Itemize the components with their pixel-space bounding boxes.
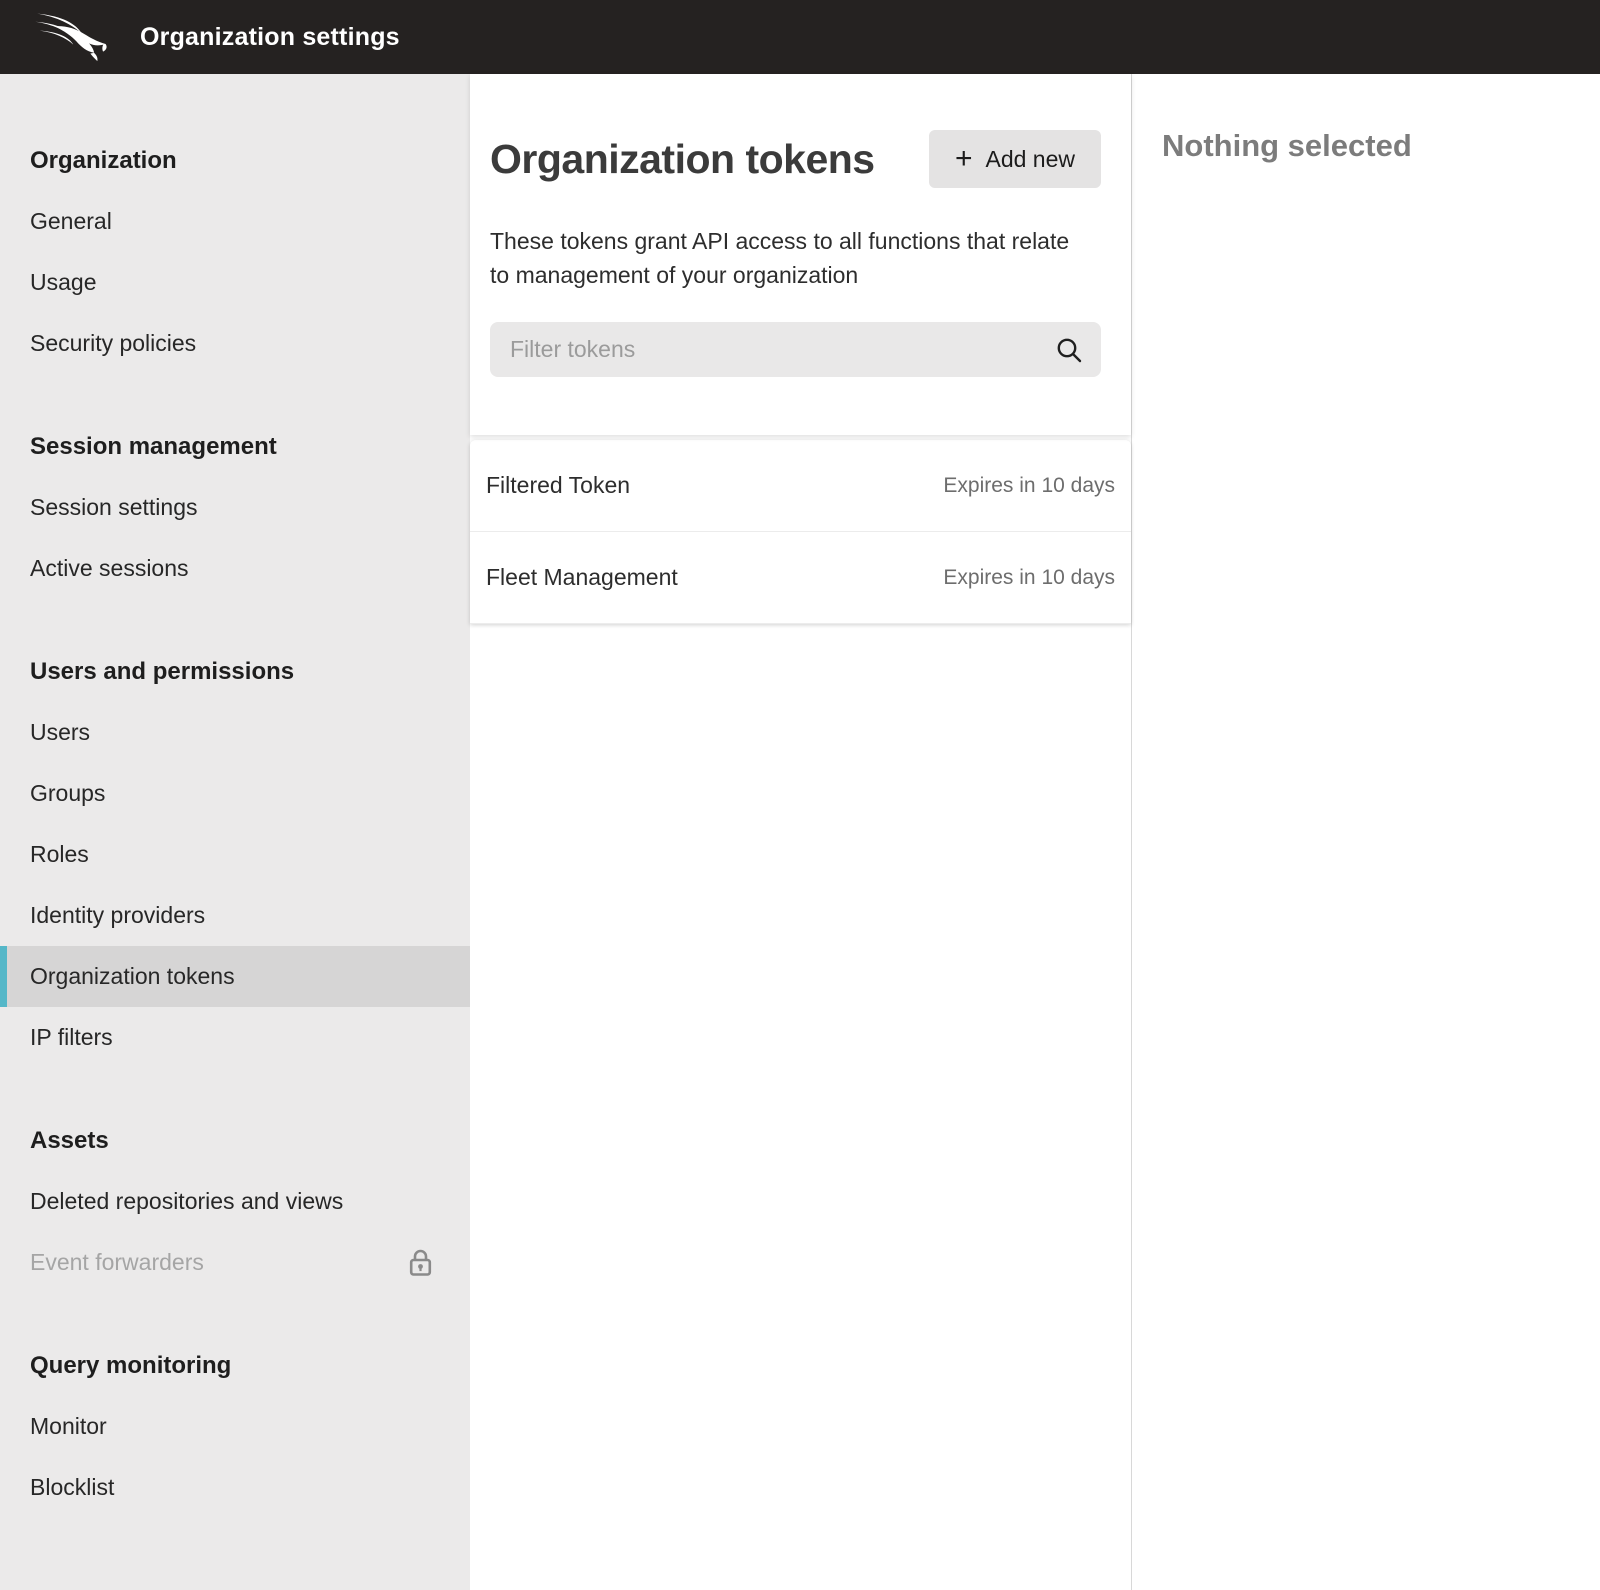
add-new-button[interactable]: + Add new <box>929 130 1101 188</box>
section-header-organization: Organization <box>0 130 470 191</box>
sidebar-section-organization: Organization General Usage Security poli… <box>0 130 470 374</box>
sidebar-item-groups[interactable]: Groups <box>0 763 470 824</box>
settings-sidebar: Organization General Usage Security poli… <box>0 74 470 1590</box>
sidebar-item-label: Organization tokens <box>30 963 235 990</box>
sidebar-item-deleted-repositories[interactable]: Deleted repositories and views <box>0 1171 470 1232</box>
sidebar-item-label: Groups <box>30 780 105 807</box>
crowdstrike-falcon-icon <box>34 11 110 63</box>
token-list: Filtered Token Expires in 10 days Fleet … <box>470 440 1131 624</box>
lock-icon <box>407 1248 434 1278</box>
sidebar-item-roles[interactable]: Roles <box>0 824 470 885</box>
sidebar-item-label: IP filters <box>30 1024 113 1051</box>
token-name: Filtered Token <box>486 472 630 499</box>
top-bar: Organization settings <box>0 0 1600 74</box>
sidebar-item-label: Active sessions <box>30 555 189 582</box>
page-title: Organization tokens <box>490 133 875 185</box>
add-new-button-label: Add new <box>985 146 1075 173</box>
sidebar-item-session-settings[interactable]: Session settings <box>0 477 470 538</box>
filter-field-wrap <box>490 322 1101 377</box>
sidebar-item-label: Event forwarders <box>30 1249 204 1276</box>
sidebar-item-label: Identity providers <box>30 902 205 929</box>
sidebar-item-label: Usage <box>30 269 96 296</box>
token-expiry: Expires in 10 days <box>943 474 1115 498</box>
tokens-description: These tokens grant API access to all fun… <box>490 224 1090 292</box>
sidebar-item-event-forwarders: Event forwarders <box>0 1232 470 1293</box>
sidebar-item-label: Session settings <box>30 494 197 521</box>
sidebar-item-label: General <box>30 208 112 235</box>
token-row-fleet-management[interactable]: Fleet Management Expires in 10 days <box>470 532 1131 624</box>
section-header-session-management: Session management <box>0 416 470 477</box>
sidebar-section-assets: Assets Deleted repositories and views Ev… <box>0 1110 470 1293</box>
sidebar-section-query-monitoring: Query monitoring Monitor Blocklist <box>0 1335 470 1518</box>
tokens-panel-header: Organization tokens + Add new These toke… <box>470 74 1131 435</box>
window-title: Organization settings <box>140 23 400 52</box>
sidebar-item-label: Roles <box>30 841 89 868</box>
section-header-query-monitoring: Query monitoring <box>0 1335 470 1396</box>
sidebar-item-monitor[interactable]: Monitor <box>0 1396 470 1457</box>
sidebar-item-label: Deleted repositories and views <box>30 1188 343 1215</box>
app-body: Organization General Usage Security poli… <box>0 74 1600 1590</box>
sidebar-item-security-policies[interactable]: Security policies <box>0 313 470 374</box>
sidebar-item-active-sessions[interactable]: Active sessions <box>0 538 470 599</box>
sidebar-item-users[interactable]: Users <box>0 702 470 763</box>
empty-state-message: Nothing selected <box>1162 128 1600 164</box>
sidebar-item-ip-filters[interactable]: IP filters <box>0 1007 470 1068</box>
sidebar-item-label: Security policies <box>30 330 196 357</box>
sidebar-item-label: Blocklist <box>30 1474 114 1501</box>
section-header-assets: Assets <box>0 1110 470 1171</box>
token-expiry: Expires in 10 days <box>943 566 1115 590</box>
sidebar-section-session-management: Session management Session settings Acti… <box>0 416 470 599</box>
token-name: Fleet Management <box>486 564 678 591</box>
sidebar-item-blocklist[interactable]: Blocklist <box>0 1457 470 1518</box>
sidebar-item-identity-providers[interactable]: Identity providers <box>0 885 470 946</box>
sidebar-item-organization-tokens[interactable]: Organization tokens <box>0 946 470 1007</box>
sidebar-section-users-permissions: Users and permissions Users Groups Roles… <box>0 641 470 1068</box>
section-header-users-permissions: Users and permissions <box>0 641 470 702</box>
sidebar-item-general[interactable]: General <box>0 191 470 252</box>
plus-icon: + <box>955 144 973 174</box>
search-icon <box>1055 336 1083 364</box>
tokens-panel: Organization tokens + Add new These toke… <box>470 74 1132 1590</box>
filter-tokens-input[interactable] <box>490 322 1101 377</box>
sidebar-item-label: Users <box>30 719 90 746</box>
detail-panel: Nothing selected <box>1132 74 1600 1590</box>
sidebar-item-label: Monitor <box>30 1413 107 1440</box>
sidebar-item-usage[interactable]: Usage <box>0 252 470 313</box>
token-row-filtered-token[interactable]: Filtered Token Expires in 10 days <box>470 440 1131 532</box>
